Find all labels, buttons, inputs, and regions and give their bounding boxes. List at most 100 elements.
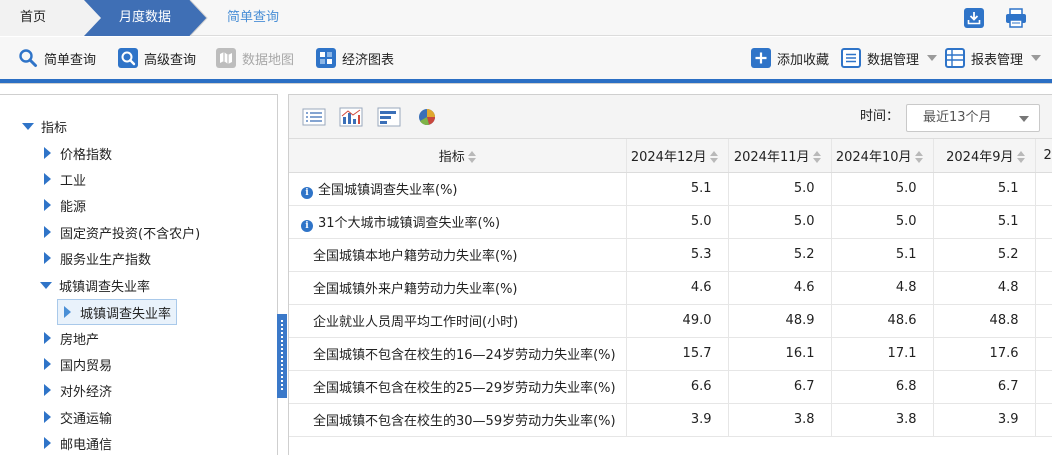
column-header-2024-10[interactable]: 2024年10月 bbox=[831, 139, 934, 173]
advanced-query-button[interactable]: 高级查询 bbox=[118, 37, 196, 79]
data-manage-label: 数据管理 bbox=[867, 52, 920, 68]
sort-icon[interactable] bbox=[812, 151, 821, 164]
tree-item-energy[interactable]: 能源 bbox=[44, 192, 86, 218]
table-cell: 48.8 bbox=[933, 304, 1036, 338]
tree-item-label: 固定资产投资(不含农户) bbox=[60, 226, 201, 242]
breadcrumb-simple-query[interactable]: 简单查询 bbox=[208, 0, 298, 36]
econ-chart-button[interactable]: 经济图表 bbox=[316, 37, 394, 79]
table-row: 全国城镇不包含在校生的30—59岁劳动力失业率(%) 3.9 3.8 3.8 3… bbox=[289, 403, 1052, 437]
info-icon[interactable]: i bbox=[301, 219, 313, 232]
tree-child-urban-unemployment-selected[interactable]: 城镇调查失业率 bbox=[57, 299, 177, 325]
table-cell: 3.8 bbox=[831, 403, 934, 437]
tree-item-fixed-asset-investment[interactable]: 固定资产投资(不含农户) bbox=[44, 219, 200, 245]
table-cell: 6.8 bbox=[831, 370, 934, 404]
search-icon bbox=[19, 49, 37, 67]
collapsed-caret-icon bbox=[64, 306, 71, 318]
simple-query-button[interactable]: 简单查询 bbox=[18, 37, 96, 79]
row-indicator-cell: i 全国城镇调查失业率(%) bbox=[289, 172, 627, 206]
column-header-2024-12[interactable]: 2024年12月 bbox=[626, 139, 729, 173]
data-panel: 时间： 最近13个月 指标 2024年12月 2024年11月 2024年10月… bbox=[288, 94, 1052, 455]
column-header-truncated[interactable]: 2 bbox=[1035, 139, 1052, 173]
table-row: 全国城镇本地户籍劳动力失业率(%) 5.3 5.2 5.1 5.2 bbox=[289, 238, 1052, 272]
table-cell: 5.1 bbox=[933, 205, 1036, 239]
data-map-button[interactable]: 数据地图 bbox=[216, 37, 294, 79]
panel-splitter-handle[interactable] bbox=[277, 314, 287, 398]
time-filter-label: 时间： bbox=[860, 109, 900, 124]
row-indicator-name: 31个大城市城镇调查失业率(%) bbox=[318, 215, 501, 231]
time-range-select[interactable]: 最近13个月 bbox=[906, 104, 1040, 132]
advanced-query-label: 高级查询 bbox=[144, 52, 197, 68]
table-view-icon[interactable] bbox=[302, 107, 326, 127]
column-header-2024-09[interactable]: 2024年9月 bbox=[933, 139, 1036, 173]
column-header-2024-11[interactable]: 2024年11月 bbox=[728, 139, 832, 173]
table-cell: 4.8 bbox=[831, 271, 934, 305]
table-cell: 4.8 bbox=[933, 271, 1036, 305]
table-icon bbox=[945, 48, 965, 68]
download-icon[interactable] bbox=[964, 8, 984, 28]
table-cell: 5.0 bbox=[831, 205, 934, 239]
table-cell-truncated bbox=[1035, 172, 1052, 206]
breadcrumb-month-data[interactable]: 月度数据 bbox=[100, 0, 190, 36]
table-cell: 5.1 bbox=[831, 238, 934, 272]
tree-root-label: 指标 bbox=[41, 120, 68, 136]
table-cell: 5.0 bbox=[626, 205, 729, 239]
econ-chart-label: 经济图表 bbox=[342, 52, 395, 68]
tree-item-label: 服务业生产指数 bbox=[60, 252, 152, 268]
tree-item-label: 房地产 bbox=[60, 332, 100, 348]
table-cell: 4.6 bbox=[728, 271, 832, 305]
row-indicator-cell: i 31个大城市城镇调查失业率(%) bbox=[289, 205, 627, 239]
print-icon[interactable] bbox=[1005, 8, 1027, 28]
data-manage-menu[interactable]: 数据管理 bbox=[841, 37, 938, 79]
table-cell: 5.2 bbox=[933, 238, 1036, 272]
table-cell: 5.3 bbox=[626, 238, 729, 272]
time-range-value: 最近13个月 bbox=[923, 110, 992, 125]
table-cell: 3.8 bbox=[728, 403, 832, 437]
table-cell: 48.9 bbox=[728, 304, 832, 338]
sort-icon[interactable] bbox=[1016, 151, 1025, 164]
breadcrumb-home[interactable]: 首页 bbox=[0, 0, 84, 36]
data-map-label: 数据地图 bbox=[242, 52, 295, 68]
add-favorite-button[interactable]: 添加收藏 bbox=[751, 37, 829, 79]
row-indicator-name: 全国城镇不包含在校生的30—59岁劳动力失业率(%) bbox=[289, 403, 627, 437]
row-indicator-name: 全国城镇不包含在校生的16—24岁劳动力失业率(%) bbox=[289, 337, 627, 371]
collapsed-caret-icon bbox=[44, 411, 51, 423]
tree-item-domestic-trade[interactable]: 国内贸易 bbox=[44, 351, 112, 377]
collapsed-caret-icon bbox=[44, 147, 51, 159]
collapsed-caret-icon bbox=[44, 437, 51, 449]
tree-item-label: 价格指数 bbox=[60, 147, 113, 163]
row-indicator-name: 企业就业人员周平均工作时间(小时) bbox=[289, 304, 627, 338]
column-header-indicator[interactable]: 指标 bbox=[289, 139, 627, 173]
breadcrumb: 首页 月度数据 简单查询 bbox=[0, 0, 1052, 36]
table-cell: 5.2 bbox=[728, 238, 832, 272]
table-row: 企业就业人员周平均工作时间(小时) 49.0 48.9 48.6 48.8 bbox=[289, 304, 1052, 338]
tree-item-industry[interactable]: 工业 bbox=[44, 166, 86, 192]
tree-root-indicators[interactable]: 指标 bbox=[22, 113, 67, 139]
table-cell: 17.6 bbox=[933, 337, 1036, 371]
collapsed-caret-icon bbox=[44, 199, 51, 211]
tree-item-price-index[interactable]: 价格指数 bbox=[44, 140, 112, 166]
column-header-label: 2 bbox=[1043, 147, 1052, 163]
table-cell: 6.7 bbox=[728, 370, 832, 404]
report-manage-menu[interactable]: 报表管理 bbox=[945, 37, 1042, 79]
sort-icon[interactable] bbox=[914, 151, 923, 164]
table-row: i 31个大城市城镇调查失业率(%) 5.0 5.0 5.0 5.1 bbox=[289, 205, 1052, 239]
pie-chart-icon[interactable] bbox=[415, 107, 439, 127]
tree-item-label: 城镇调查失业率 bbox=[59, 279, 151, 295]
horizontal-bar-chart-icon[interactable] bbox=[377, 107, 401, 127]
column-header-label: 2024年9月 bbox=[946, 149, 1014, 165]
tree-item-real-estate[interactable]: 房地产 bbox=[44, 325, 99, 351]
collapsed-caret-icon bbox=[44, 173, 51, 185]
info-icon[interactable]: i bbox=[301, 186, 313, 199]
sort-icon[interactable] bbox=[709, 151, 718, 164]
table-cell-truncated bbox=[1035, 304, 1052, 338]
tree-item-foreign-economy[interactable]: 对外经济 bbox=[44, 377, 112, 403]
tree-item-services-index[interactable]: 服务业生产指数 bbox=[44, 245, 151, 271]
table-cell-truncated bbox=[1035, 205, 1052, 239]
main-toolbar: 简单查询 高级查询 数据地图 经济图表 添加收藏 数据管理 报表管理 bbox=[0, 37, 1052, 79]
tree-item-transport[interactable]: 交通运输 bbox=[44, 404, 112, 430]
row-indicator-name: 全国城镇不包含在校生的25—29岁劳动力失业率(%) bbox=[289, 370, 627, 404]
tree-item-urban-unemployment[interactable]: 城镇调查失业率 bbox=[40, 272, 150, 298]
bar-chart-icon[interactable] bbox=[339, 107, 363, 127]
sort-icon[interactable] bbox=[467, 151, 476, 164]
tree-item-post-telecom[interactable]: 邮电通信 bbox=[44, 430, 112, 455]
